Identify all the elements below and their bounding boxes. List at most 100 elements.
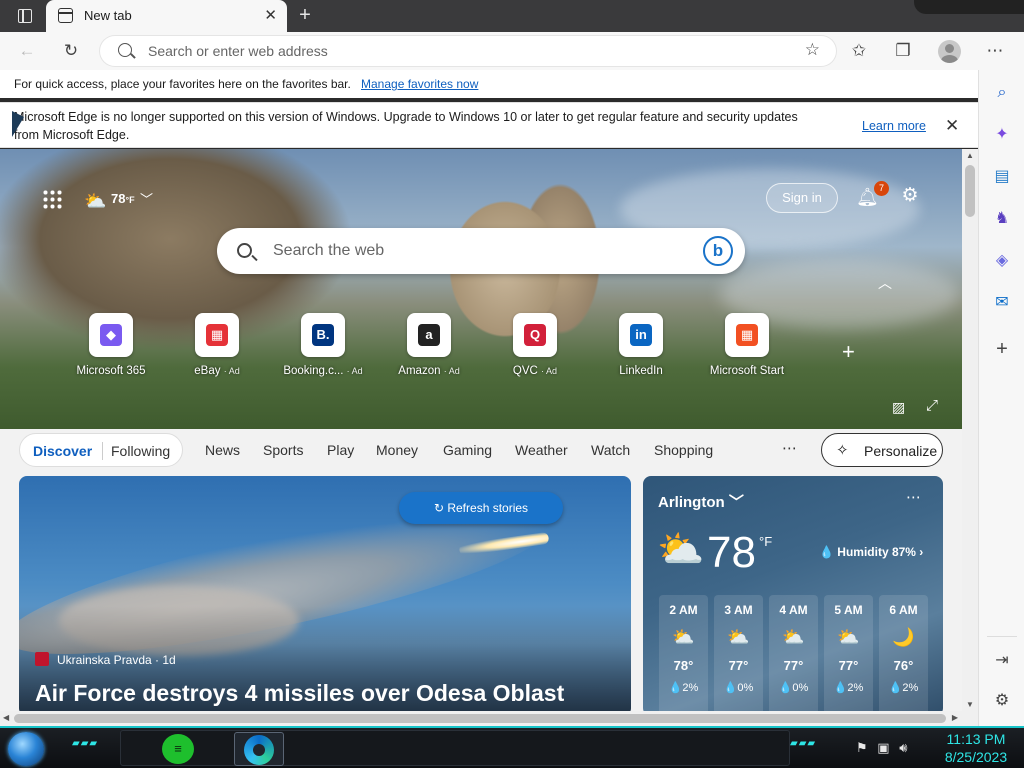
start-button[interactable] xyxy=(8,732,44,766)
games-icon[interactable]: ♞ xyxy=(991,208,1013,230)
profile-avatar[interactable] xyxy=(938,40,961,63)
hour-forecast[interactable]: 6 AM 🌙 76° 💧2% xyxy=(879,595,928,711)
learn-more-link[interactable]: Learn more xyxy=(862,119,926,133)
new-tab-button[interactable]: + xyxy=(294,4,316,26)
refresh-icon[interactable]: ↻ xyxy=(60,40,82,62)
scroll-down-icon[interactable]: ▼ xyxy=(966,700,974,709)
add-sidebar-app-icon[interactable]: + xyxy=(991,338,1013,360)
address-bar[interactable]: Search or enter web address ☆ xyxy=(100,36,836,66)
quick-link-5[interactable]: Q QVC · Ad xyxy=(482,313,588,377)
story-headline[interactable]: Air Force destroys 4 missiles over Odesa… xyxy=(35,680,564,707)
chevron-up-icon[interactable]: ︿ xyxy=(878,273,892,293)
quick-link-2[interactable]: ▦ eBay · Ad xyxy=(164,313,270,377)
tab-strip: New tab ✕ + xyxy=(0,0,1024,32)
hour-forecast[interactable]: 4 AM ⛅ 77° 💧0% xyxy=(769,595,818,711)
hide-sidebar-icon[interactable]: ⇥ xyxy=(991,650,1013,672)
quick-link-7[interactable]: ▦ Microsoft Start xyxy=(694,313,800,377)
expand-icon[interactable]: ⤢ xyxy=(926,397,938,414)
manage-favorites-link[interactable]: Manage favorites now xyxy=(361,77,478,91)
sidebar-settings-icon[interactable]: ⚙ xyxy=(991,690,1013,712)
edge-taskbar-icon[interactable] xyxy=(234,732,284,766)
quick-link-1[interactable]: ◆ Microsoft 365 xyxy=(58,313,164,377)
nav-money[interactable]: Money xyxy=(376,442,418,458)
nav-news[interactable]: News xyxy=(205,442,240,458)
shopping-icon[interactable]: ▤ xyxy=(991,166,1013,188)
nav-gaming[interactable]: Gaming xyxy=(443,442,492,458)
weather-widget[interactable]: ⛅ 78°F ﹀ xyxy=(84,185,164,211)
site-logo-icon: a xyxy=(418,324,440,346)
refresh-stories-button[interactable]: ↻ Refresh stories xyxy=(399,492,563,524)
microsoft-365-icon[interactable]: ◈ xyxy=(991,250,1013,272)
humidity-readout[interactable]: 💧 Humidity 87% › xyxy=(819,545,923,559)
quick-link-tile[interactable]: a xyxy=(407,313,451,357)
tab-following[interactable]: Following xyxy=(111,443,170,459)
copilot-icon[interactable]: ✦ xyxy=(991,124,1013,146)
app-launcher-icon[interactable] xyxy=(42,189,62,209)
tab-discover[interactable]: Discover xyxy=(33,443,92,459)
quick-link-tile[interactable]: in xyxy=(619,313,663,357)
action-center-flag-icon[interactable]: ⚑ xyxy=(856,740,868,755)
bing-chat-icon[interactable]: b xyxy=(703,236,733,266)
favorites-icon[interactable]: ✩ xyxy=(848,40,870,62)
horizontal-scrollbar[interactable]: ◀ ▶ xyxy=(0,711,978,726)
nav-play[interactable]: Play xyxy=(327,442,354,458)
system-tray: ⚑ ▣ 🔊︎ xyxy=(856,740,907,756)
nav-watch[interactable]: Watch xyxy=(591,442,630,458)
add-favorite-icon[interactable]: ☆ xyxy=(805,40,820,60)
edge-sidebar: ⌕ ✦ ▤ ♞ ◈ ✉ + ⇥ ⚙ xyxy=(978,70,1024,726)
scroll-left-icon[interactable]: ◀ xyxy=(3,713,9,722)
quick-link-3[interactable]: B. Booking.c... · Ad xyxy=(270,313,376,377)
top-story-card[interactable]: ↻ Refresh stories Ukrainska Pravda · 1d … xyxy=(19,476,631,711)
weather-card[interactable]: Arlington ﹀ ⋯ ⛅ 78 °F 💧 Humidity 87% › 2… xyxy=(643,476,943,711)
partly-cloudy-night-icon: ⛅ xyxy=(657,529,705,571)
close-infobar-icon[interactable]: ✕ xyxy=(945,116,959,136)
nav-sports[interactable]: Sports xyxy=(263,442,303,458)
quick-link-tile[interactable]: Q xyxy=(513,313,557,357)
outlook-icon[interactable]: ✉ xyxy=(991,292,1013,314)
quick-link-4[interactable]: a Amazon · Ad xyxy=(376,313,482,377)
tab-new-tab[interactable]: New tab ✕ xyxy=(46,0,287,32)
quick-link-label: Amazon xyxy=(398,365,441,377)
wallpaper-icon[interactable]: ▨ xyxy=(892,399,905,416)
favorites-bar: For quick access, place your favorites h… xyxy=(0,70,978,98)
web-search-box[interactable]: Search the web b xyxy=(217,228,745,274)
hour-forecast[interactable]: 2 AM ⛅ 78° 💧2% xyxy=(659,595,708,711)
hour-forecast[interactable]: 5 AM ⛅ 77° 💧2% xyxy=(824,595,873,711)
more-categories-icon[interactable]: ⋯ xyxy=(782,439,797,457)
tab-actions-icon[interactable] xyxy=(8,6,40,28)
sidebar-search-icon[interactable]: ⌕ xyxy=(991,82,1013,104)
nav-weather[interactable]: Weather xyxy=(515,442,568,458)
publisher-logo xyxy=(35,652,49,666)
vertical-scroll-thumb[interactable] xyxy=(965,165,975,217)
quick-link-tile[interactable]: ▦ xyxy=(725,313,769,357)
notes-app-icon[interactable]: ≡ xyxy=(162,734,194,764)
more-menu-icon[interactable]: ⋯ xyxy=(984,40,1006,62)
quick-link-tile[interactable]: ◆ xyxy=(89,313,133,357)
site-logo-icon: Q xyxy=(524,324,546,346)
network-icon[interactable]: ▣ xyxy=(877,740,889,755)
system-clock[interactable]: 11:13 PM 8/25/2023 xyxy=(934,730,1018,766)
close-tab-icon[interactable]: ✕ xyxy=(264,6,277,24)
volume-icon[interactable]: 🔊︎ xyxy=(899,740,907,755)
quick-link-tile[interactable]: ▦ xyxy=(195,313,239,357)
page-settings-gear-icon[interactable]: ⚙ xyxy=(899,185,921,207)
feed-navigation: Discover Following News Sports Play Mone… xyxy=(0,429,962,471)
collections-icon[interactable]: ❐ xyxy=(892,40,914,62)
web-search-placeholder: Search the web xyxy=(273,242,385,259)
scroll-right-icon[interactable]: ▶ xyxy=(952,713,958,722)
horizontal-scroll-thumb[interactable] xyxy=(14,714,946,723)
weather-more-icon[interactable]: ⋯ xyxy=(906,488,921,506)
clock-date: 8/25/2023 xyxy=(944,749,1008,765)
quick-link-6[interactable]: in LinkedIn xyxy=(588,313,694,377)
scroll-up-icon[interactable]: ▲ xyxy=(966,151,974,160)
forecast-temperature: 77° xyxy=(783,658,804,673)
hour-forecast[interactable]: 3 AM ⛅ 77° 💧0% xyxy=(714,595,763,711)
back-icon[interactable]: ← xyxy=(16,40,38,62)
quick-link-tile[interactable]: B. xyxy=(301,313,345,357)
vertical-scrollbar[interactable]: ▲ ▼ xyxy=(962,149,978,711)
add-quick-link-icon[interactable]: + xyxy=(842,339,855,365)
personalize-button[interactable]: ✧ Personalize xyxy=(821,433,943,467)
weather-location[interactable]: Arlington ﹀ xyxy=(658,491,744,512)
nav-shopping[interactable]: Shopping xyxy=(654,442,713,458)
sign-in-button[interactable]: Sign in xyxy=(766,183,838,213)
